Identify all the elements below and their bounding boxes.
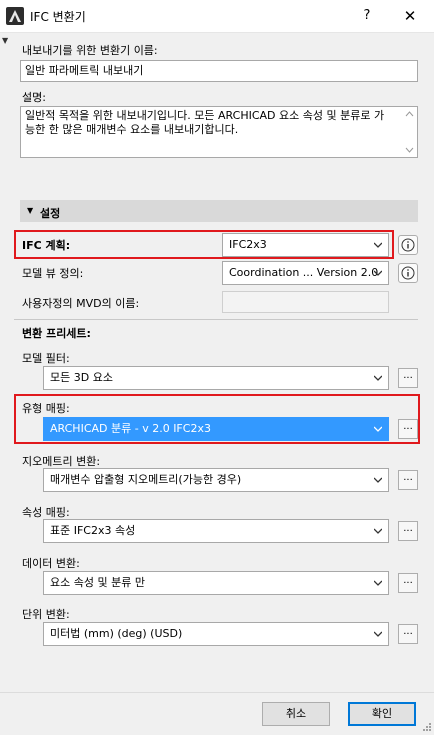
help-button[interactable]: ? (357, 6, 377, 26)
property-mapping-value: 표준 IFC2x3 속성 (50, 524, 136, 537)
model-view-label: 모델 뷰 정의: (22, 267, 84, 280)
settings-section-header[interactable] (20, 200, 418, 222)
model-view-info-icon[interactable] (398, 263, 418, 283)
custom-mvd-input[interactable] (222, 291, 389, 313)
model-view-select[interactable]: Coordination ... Version 2.0 (222, 261, 389, 285)
geometry-select[interactable]: 매개변수 압출형 지오메트리(가능한 경우) (43, 468, 389, 492)
ifc-scheme-info-icon[interactable] (398, 235, 418, 255)
chevron-down-icon (374, 477, 382, 483)
data-conversion-more-button[interactable]: ... (398, 573, 418, 593)
description-text: 일반적 목적을 위한 내보내기입니다. 모든 ARCHICAD 요소 속성 및 … (25, 109, 385, 136)
description-textarea[interactable]: 일반적 목적을 위한 내보내기입니다. 모든 ARCHICAD 요소 속성 및 … (20, 106, 418, 158)
ifc-scheme-value: IFC2x3 (229, 238, 267, 251)
type-mapping-more-button[interactable]: ... (398, 419, 418, 439)
cancel-button[interactable]: 취소 (262, 702, 330, 726)
divider (14, 319, 418, 320)
custom-mvd-label: 사용자정의 MVD의 이름: (22, 297, 140, 310)
property-mapping-label: 속성 매핑: (22, 506, 70, 519)
resize-grip-icon[interactable] (420, 720, 432, 732)
chevron-down-icon (374, 528, 382, 534)
property-mapping-select[interactable]: 표준 IFC2x3 속성 (43, 519, 389, 543)
chevron-down-icon (374, 580, 382, 586)
type-mapping-select[interactable]: ARCHICAD 분류 - v 2.0 IFC2x3 (43, 417, 389, 441)
model-filter-select[interactable]: 모든 3D 요소 (43, 366, 389, 390)
description-scrollbar[interactable] (403, 108, 416, 156)
unit-conversion-value: 미터법 (mm) (deg) (USD) (50, 627, 183, 640)
chevron-down-icon (374, 242, 382, 248)
ok-button[interactable]: 확인 (348, 702, 416, 726)
property-mapping-more-button[interactable]: ... (398, 521, 418, 541)
model-view-value: Coordination ... Version 2.0 (229, 266, 379, 279)
geometry-label: 지오메트리 변환: (22, 455, 101, 468)
chevron-down-icon (374, 375, 382, 381)
chevron-down-icon (374, 631, 382, 637)
model-filter-more-button[interactable]: ... (398, 368, 418, 388)
close-button[interactable]: ✕ (398, 5, 422, 27)
geometry-more-button[interactable]: ... (398, 470, 418, 490)
data-conversion-label: 데이터 변환: (22, 557, 80, 570)
model-filter-value: 모든 3D 요소 (50, 371, 113, 384)
unit-conversion-label: 단위 변환: (22, 608, 70, 621)
chevron-down-icon (374, 270, 382, 276)
description-label: 설명: (22, 91, 46, 104)
data-conversion-value: 요소 속성 및 분류 만 (50, 576, 145, 589)
collapse-arrow-icon[interactable]: ▼ (2, 36, 8, 45)
footer-divider (0, 692, 434, 693)
model-filter-label: 모델 필터: (22, 352, 70, 365)
translator-name-input[interactable]: 일반 파라메트릭 내보내기 (20, 60, 418, 82)
archicad-app-icon (6, 7, 24, 25)
unit-conversion-select[interactable]: 미터법 (mm) (deg) (USD) (43, 622, 389, 646)
type-mapping-label: 유형 매핑: (22, 402, 70, 415)
geometry-value: 매개변수 압출형 지오메트리(가능한 경우) (50, 473, 242, 486)
type-mapping-value: ARCHICAD 분류 - v 2.0 IFC2x3 (50, 422, 211, 435)
ifc-scheme-select[interactable]: IFC2x3 (222, 233, 389, 257)
unit-conversion-more-button[interactable]: ... (398, 624, 418, 644)
settings-expand-icon: ▼ (27, 206, 34, 215)
presets-header: 변환 프리세트: (22, 327, 91, 340)
settings-header-label: 설정 (40, 207, 61, 220)
translator-name-label: 내보내기를 위한 변환기 이름: (22, 44, 158, 57)
data-conversion-select[interactable]: 요소 속성 및 분류 만 (43, 571, 389, 595)
chevron-down-icon (374, 426, 382, 432)
window-title: IFC 변환기 (30, 10, 86, 24)
ifc-scheme-label: IFC 계획: (22, 239, 71, 252)
